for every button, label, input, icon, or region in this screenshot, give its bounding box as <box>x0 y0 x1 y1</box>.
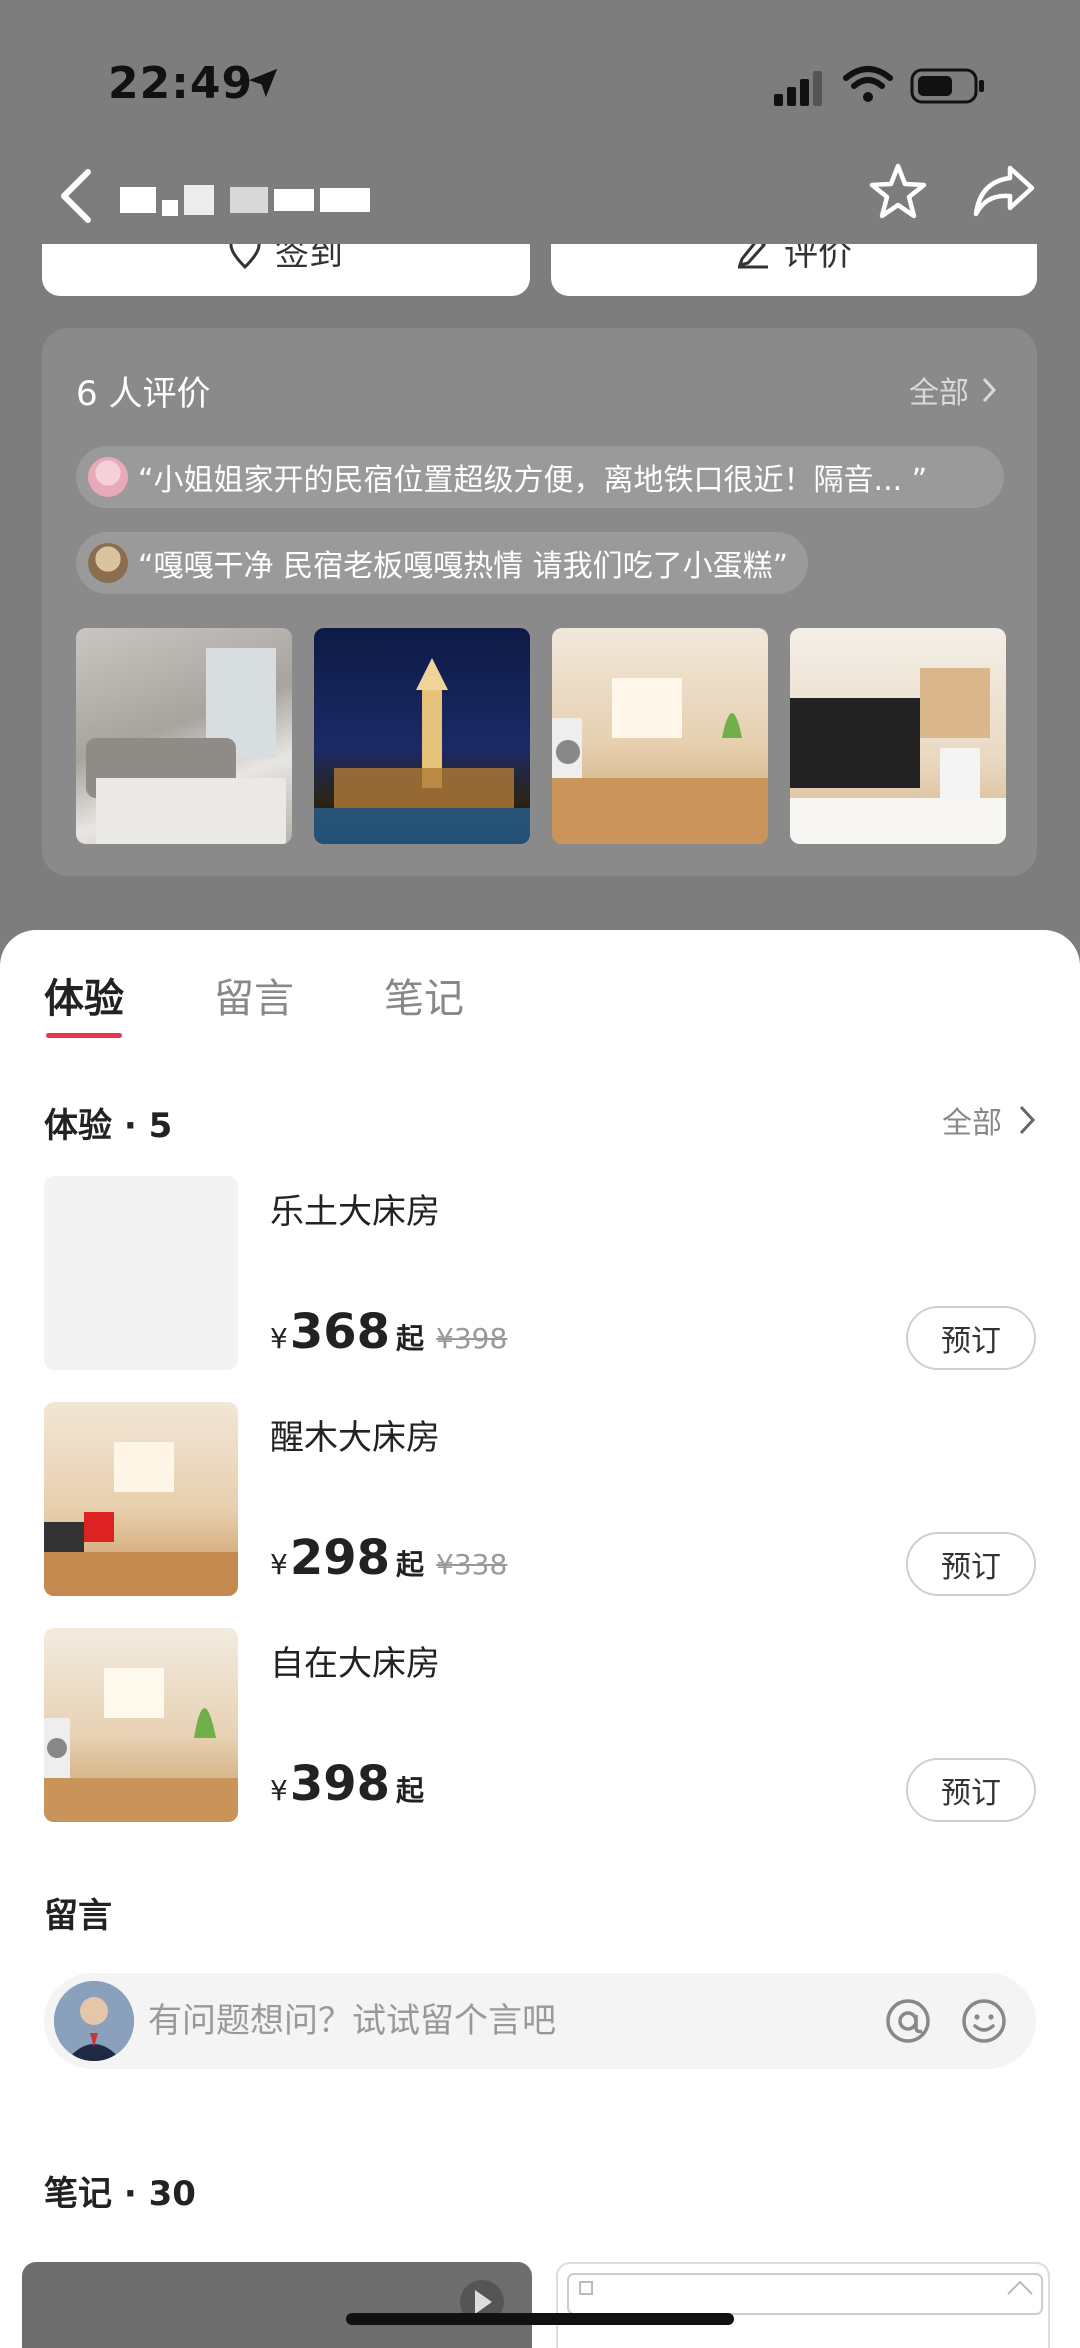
status-bar: 22:49 <box>0 0 1080 150</box>
original-price: ¥338 <box>436 1548 508 1581</box>
chevron-right-icon <box>982 377 997 403</box>
experience-all-label: 全部 <box>942 1106 1002 1141</box>
experience-section-title: 体验 · 5 <box>44 1106 173 1146</box>
favorite-star-icon[interactable] <box>866 160 930 224</box>
room-thumbnail <box>44 1628 238 1822</box>
nav-bar <box>0 150 1080 250</box>
write-review-button[interactable]: 评价 <box>551 244 1037 296</box>
chevron-right-icon <box>1019 1105 1036 1135</box>
user-avatar <box>54 1981 134 2061</box>
checkin-label: 签到 <box>275 244 343 274</box>
detail-sheet: 体验 留言 笔记 体验 · 5 全部 乐土大床房 ¥ 368 起 ¥398 预订… <box>0 930 1080 2348</box>
edit-pen-icon <box>737 244 768 268</box>
message-section-title: 留言 <box>44 1896 112 1936</box>
review-photos <box>76 628 1006 844</box>
wifi-icon <box>843 66 893 102</box>
room-name: 醒木大床房 <box>270 1418 440 1458</box>
review-photo-living[interactable] <box>790 628 1006 844</box>
cellular-signal-icon <box>774 71 822 106</box>
room-name: 乐土大床房 <box>270 1192 440 1232</box>
share-icon[interactable] <box>972 162 1036 222</box>
room-price: ¥ 298 起 ¥338 <box>270 1530 508 1586</box>
location-arrow-icon <box>248 68 278 98</box>
tab-experience[interactable]: 体验 <box>44 966 124 1038</box>
book-button[interactable]: 预订 <box>906 1306 1036 1370</box>
review-photo-room[interactable] <box>552 628 768 844</box>
location-pin-icon <box>229 244 261 269</box>
book-button[interactable]: 预订 <box>906 1758 1036 1822</box>
room-name: 自在大床房 <box>270 1644 440 1684</box>
review-photo-bedroom[interactable] <box>76 628 292 844</box>
room-thumbnail <box>44 1402 238 1596</box>
room-item[interactable]: 乐土大床房 ¥ 368 起 ¥398 预订 <box>44 1176 1036 1370</box>
note-card[interactable] <box>556 2262 1050 2348</box>
note-card[interactable] <box>22 2262 532 2348</box>
review-quote[interactable]: “嘎嘎干净 民宿老板嘎嘎热情 请我们吃了小蛋糕” <box>76 532 809 594</box>
emoji-icon[interactable] <box>960 1997 1008 2045</box>
status-time: 22:49 <box>108 58 254 109</box>
section-tabs: 体验 留言 笔记 <box>44 966 464 1038</box>
original-price: ¥398 <box>436 1322 508 1355</box>
reviews-all-link[interactable]: 全部 <box>909 368 997 412</box>
reviewer-avatar <box>88 457 128 497</box>
review-photo-night-view[interactable] <box>314 628 530 844</box>
book-button[interactable]: 预订 <box>906 1532 1036 1596</box>
experience-all-link[interactable]: 全部 <box>942 1098 1036 1142</box>
room-item[interactable]: 醒木大床房 ¥ 298 起 ¥338 预订 <box>44 1402 1036 1596</box>
room-price: ¥ 368 起 ¥398 <box>270 1304 508 1360</box>
reviews-card: 6 人评价 全部 “小姐姐家开的民宿位置超级方便，离地铁口很近！隔音... ” … <box>42 328 1037 876</box>
notes-section-title: 笔记 · 30 <box>44 2174 196 2214</box>
review-quote-text: “嘎嘎干净 民宿老板嘎嘎热情 请我们吃了小蛋糕” <box>138 549 789 584</box>
review-label: 评价 <box>784 244 852 274</box>
tab-notes[interactable]: 笔记 <box>384 966 464 1024</box>
checkin-button[interactable]: 签到 <box>42 244 530 296</box>
mention-at-icon[interactable] <box>884 1997 932 2045</box>
reviews-title: 6 人评价 <box>76 374 211 414</box>
reviews-all-label: 全部 <box>909 376 969 411</box>
page-title-obscured <box>120 170 420 230</box>
battery-icon <box>910 68 984 104</box>
back-arrow-icon[interactable] <box>54 164 98 228</box>
reviewer-avatar <box>88 543 128 583</box>
review-quote-text: “小姐姐家开的民宿位置超级方便，离地铁口很近！隔音... ” <box>138 463 928 498</box>
review-quote[interactable]: “小姐姐家开的民宿位置超级方便，离地铁口很近！隔音... ” <box>76 446 1004 508</box>
room-thumbnail-placeholder <box>44 1176 238 1370</box>
room-price: ¥ 398 起 <box>270 1756 425 1812</box>
tab-message[interactable]: 留言 <box>214 966 294 1024</box>
comment-input[interactable] <box>148 1991 788 2051</box>
comment-box <box>44 1973 1036 2069</box>
home-indicator[interactable] <box>346 2313 734 2325</box>
room-item[interactable]: 自在大床房 ¥ 398 起 预订 <box>44 1628 1036 1822</box>
